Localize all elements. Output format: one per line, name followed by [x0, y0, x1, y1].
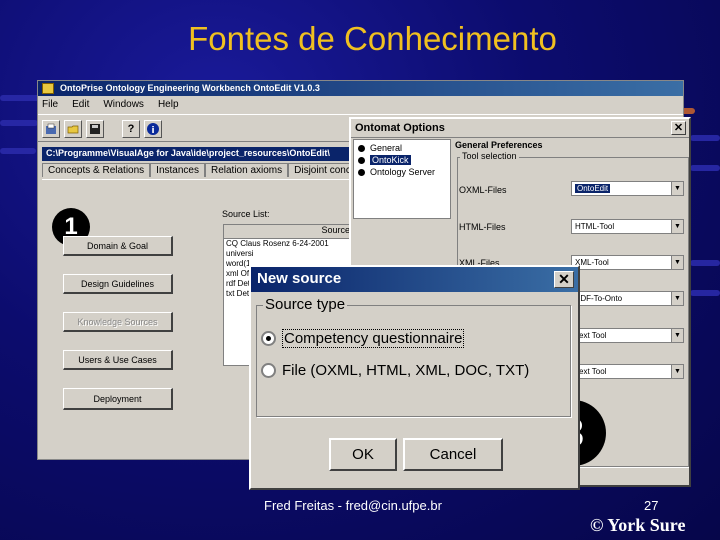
tree-item-label: Ontology Server	[370, 167, 436, 177]
copyright-notice: © York Sure	[590, 515, 686, 535]
background-streak	[690, 290, 720, 296]
chevron-down-icon: ▼	[671, 220, 683, 233]
source-type-legend: Source type	[263, 296, 348, 313]
window-title-bar: OntoPrise Ontology Engineering Workbench…	[38, 81, 683, 96]
tree-item-general[interactable]: General	[354, 142, 450, 154]
pdf-files-select[interactable]: PDF-To-Onto ▼	[571, 291, 684, 306]
radio-unselected[interactable]	[261, 363, 276, 378]
tab-relation-axioms[interactable]: Relation axioms	[204, 163, 289, 177]
option-label: Competency questionnaire	[282, 329, 465, 348]
source-list-label: Source List:	[222, 209, 270, 219]
source-column-header[interactable]: Source	[224, 225, 352, 239]
background-streak	[0, 120, 38, 126]
info-icon[interactable]: i	[144, 120, 162, 138]
background-streak	[690, 165, 720, 171]
tree-item-ontokick[interactable]: OntoKick	[354, 154, 450, 166]
select-value: XML-Tool	[575, 258, 609, 267]
tab-concepts-relations[interactable]: Concepts & Relations	[42, 163, 151, 177]
users-use-cases-button[interactable]: Users & Use Cases	[63, 350, 173, 370]
tree-item-label: General	[370, 143, 403, 153]
app-icon	[42, 83, 54, 94]
close-icon[interactable]: ✕	[671, 121, 686, 135]
select-value: HTML-Tool	[575, 222, 615, 231]
help-icon[interactable]: ?	[122, 120, 140, 138]
new-icon[interactable]	[42, 120, 60, 138]
slide-title: Fontes de Conhecimento	[188, 20, 557, 57]
tab-instances[interactable]: Instances	[150, 163, 205, 177]
tool-selection-legend: Tool selection	[460, 151, 519, 161]
html-files-label: HTML-Files	[459, 222, 506, 232]
tree-item-ontology-server[interactable]: Ontology Server	[354, 166, 450, 178]
chevron-down-icon: ▼	[671, 256, 683, 269]
chevron-down-icon: ▼	[671, 329, 683, 342]
slide-footer: Fred Freitas - fred@cin.ufpe.br	[264, 498, 442, 513]
bullet-icon	[358, 169, 365, 177]
bullet-icon	[358, 157, 365, 165]
dialog-title: New source	[257, 270, 342, 287]
list-item[interactable]: CQ Claus Rosenz 6-24-2001	[224, 239, 352, 249]
menu-bar: File Edit Windows Help	[38, 96, 683, 114]
bullet-icon	[358, 145, 365, 153]
options-title: Ontomat Options	[355, 122, 445, 134]
close-icon[interactable]: ✕	[554, 271, 574, 288]
general-preferences-heading: General Preferences	[455, 140, 543, 150]
menu-help[interactable]: Help	[158, 99, 179, 114]
deployment-button[interactable]: Deployment	[63, 388, 173, 410]
tab-bar: Concepts & Relations Instances Relation …	[42, 163, 376, 177]
dialog-title-bar: New source ✕	[251, 267, 578, 292]
radio-selected[interactable]	[261, 331, 276, 346]
menu-edit[interactable]: Edit	[72, 99, 89, 114]
new-source-dialog: New source ✕ Source type Competency ques…	[249, 265, 580, 490]
chevron-down-icon: ▼	[671, 365, 683, 378]
options-tree: General OntoKick Ontology Server	[353, 139, 451, 219]
txt-files-select[interactable]: Text Tool ▼	[571, 364, 684, 379]
save-icon[interactable]	[86, 120, 104, 138]
page-number: 27	[644, 498, 659, 513]
ok-button[interactable]: OK	[329, 438, 397, 471]
select-value: PDF-To-Onto	[575, 294, 623, 303]
file-option[interactable]: File (OXML, HTML, XML, DOC, TXT)	[261, 362, 529, 379]
toolbar-separator	[108, 120, 118, 136]
domain-goal-button[interactable]: Domain & Goal	[63, 236, 173, 256]
oxml-files-label: OXML-Files	[459, 185, 507, 195]
open-folder-icon[interactable]	[64, 120, 82, 138]
html-files-select[interactable]: HTML-Tool ▼	[571, 219, 684, 234]
chevron-down-icon: ▼	[671, 292, 683, 305]
option-label: File (OXML, HTML, XML, DOC, TXT)	[282, 362, 530, 379]
xml-files-select[interactable]: XML-Tool ▼	[571, 255, 684, 270]
menu-windows[interactable]: Windows	[103, 99, 144, 114]
competency-questionnaire-option[interactable]: Competency questionnaire	[261, 329, 465, 348]
window-title: OntoPrise Ontology Engineering Workbench…	[60, 83, 320, 93]
list-item[interactable]: universi	[224, 249, 352, 259]
knowledge-sources-button[interactable]: Knowledge Sources	[63, 312, 173, 332]
options-title-bar: Ontomat Options ✕	[351, 119, 689, 138]
chevron-down-icon: ▼	[671, 182, 683, 195]
design-guidelines-button[interactable]: Design Guidelines	[63, 274, 173, 294]
background-streak	[0, 148, 36, 154]
background-streak	[690, 135, 720, 141]
background-streak	[690, 260, 720, 266]
oxml-files-select[interactable]: OntoEdit ▼	[571, 181, 684, 196]
tree-item-label: OntoKick	[370, 155, 411, 165]
cancel-button[interactable]: Cancel	[403, 438, 503, 471]
menu-file[interactable]: File	[42, 99, 58, 114]
select-value: OntoEdit	[575, 184, 611, 193]
doc-files-select[interactable]: Text Tool ▼	[571, 328, 684, 343]
svg-text:i: i	[151, 126, 154, 136]
source-type-group	[256, 305, 571, 417]
background-streak	[0, 95, 40, 101]
